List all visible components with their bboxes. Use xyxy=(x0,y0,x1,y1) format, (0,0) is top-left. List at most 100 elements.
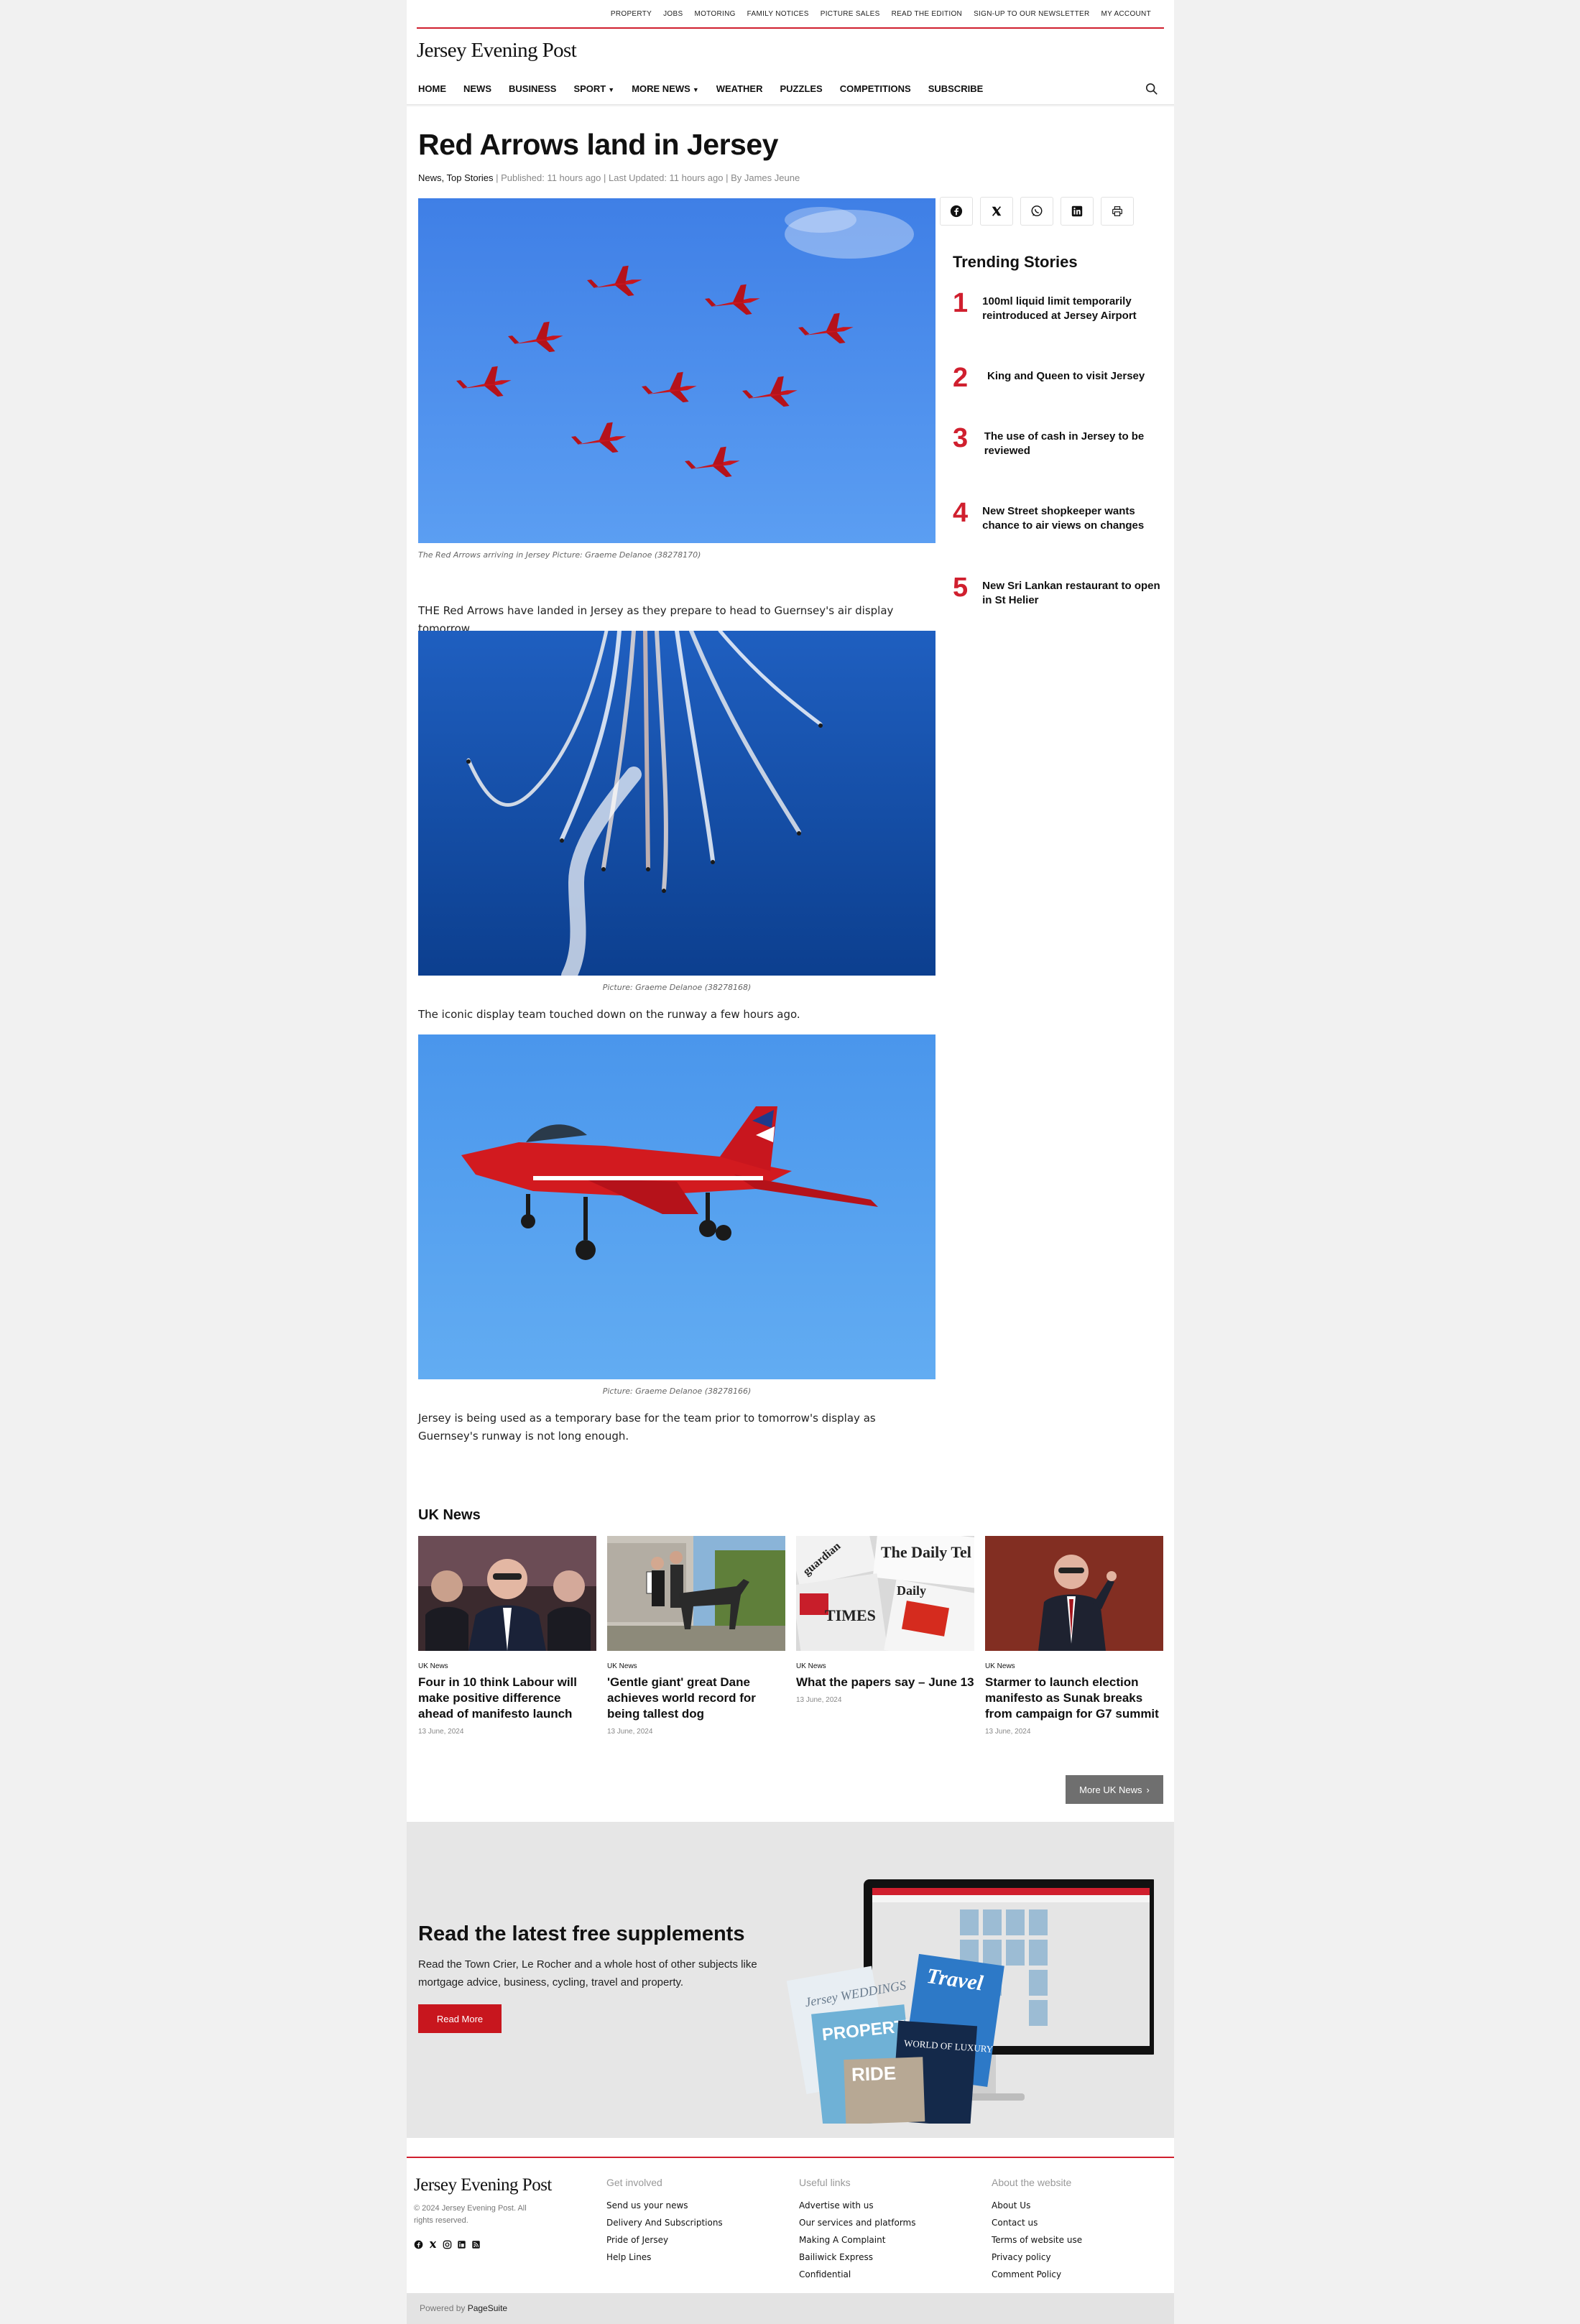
footer-link[interactable]: Contact us xyxy=(992,2214,1164,2231)
news-card[interactable]: UK News Four in 10 think Labour will mak… xyxy=(418,1536,596,1736)
share-facebook-button[interactable] xyxy=(940,197,973,226)
page: PROPERTY JOBS MOTORING FAMILY NOTICES PI… xyxy=(407,0,1174,2324)
footer-link[interactable]: Delivery And Subscriptions xyxy=(606,2214,779,2231)
more-uk-news-button[interactable]: More UK News › xyxy=(1066,1775,1163,1804)
trending-item[interactable]: 4 New Street shopkeeper wants chance to … xyxy=(953,499,1161,533)
nav-item-sport[interactable]: SPORT ▼ xyxy=(573,83,614,94)
nav-item-puzzles[interactable]: PUZZLES xyxy=(780,83,823,94)
footer-column-heading: About the website xyxy=(992,2177,1072,2188)
rss-icon[interactable] xyxy=(471,2240,481,2249)
news-card-category[interactable]: UK News xyxy=(607,1662,785,1670)
trending-item[interactable]: 3 The use of cash in Jersey to be review… xyxy=(953,424,1161,458)
trending-item[interactable]: 2 King and Queen to visit Jersey xyxy=(953,364,1161,392)
image-caption: The Red Arrows arriving in Jersey Pictur… xyxy=(418,550,701,560)
footer-link[interactable]: Privacy policy xyxy=(992,2249,1164,2266)
footer-link[interactable]: About Us xyxy=(992,2197,1164,2214)
footer-link[interactable]: Comment Policy xyxy=(992,2266,1164,2283)
trending-rank: 1 xyxy=(953,288,969,318)
trending-rank: 3 xyxy=(953,423,969,453)
trending-item[interactable]: 5 New Sri Lankan restaurant to open in S… xyxy=(953,573,1161,608)
news-card-image[interactable] xyxy=(607,1536,785,1651)
footer-column-heading: Get involved xyxy=(606,2177,662,2188)
trending-headline[interactable]: 100ml liquid limit temporarily reintrodu… xyxy=(982,289,1161,323)
news-card-image[interactable]: The Daily Tel TIMES Daily guardian xyxy=(796,1536,974,1651)
footer: Jersey Evening Post © 2024 Jersey Evenin… xyxy=(407,2157,1174,2293)
nav-item-business[interactable]: BUSINESS xyxy=(509,83,556,94)
header-shadow xyxy=(407,104,1174,107)
news-card-headline[interactable]: What the papers say – June 13 xyxy=(796,1675,974,1690)
trending-rank: 2 xyxy=(953,363,969,393)
news-card[interactable]: UK News 'Gentle giant' great Dane achiev… xyxy=(607,1536,785,1736)
trending-headline[interactable]: New Street shopkeeper wants chance to ai… xyxy=(982,499,1161,533)
facebook-icon[interactable] xyxy=(414,2240,423,2249)
trending-headline[interactable]: King and Queen to visit Jersey xyxy=(987,364,1145,392)
article-title: Red Arrows land in Jersey xyxy=(418,128,778,161)
topbar-link-read-edition[interactable]: READ THE EDITION xyxy=(892,10,963,18)
topbar-link-motoring[interactable]: MOTORING xyxy=(694,10,735,18)
news-card-headline[interactable]: 'Gentle giant' great Dane achieves world… xyxy=(607,1675,785,1722)
footer-link[interactable]: Our services and platforms xyxy=(799,2214,971,2231)
share-linkedin-button[interactable] xyxy=(1061,197,1094,226)
news-card-headline[interactable]: Starmer to launch election manifesto as … xyxy=(985,1675,1163,1722)
x-icon xyxy=(992,206,1002,216)
footer-logo[interactable]: Jersey Evening Post xyxy=(414,2175,552,2195)
topbar-link-picture-sales[interactable]: PICTURE SALES xyxy=(821,10,880,18)
topbar-link-jobs[interactable]: JOBS xyxy=(663,10,683,18)
topbar-link-my-account[interactable]: MY ACCOUNT xyxy=(1101,10,1152,18)
footer-link[interactable]: Confidential xyxy=(799,2266,971,2283)
footer-link[interactable]: Advertise with us xyxy=(799,2197,971,2214)
footer-copyright: © 2024 Jersey Evening Post. All rights r… xyxy=(414,2204,527,2225)
nav-item-more-news[interactable]: MORE NEWS ▼ xyxy=(632,83,699,94)
trending-headline[interactable]: The use of cash in Jersey to be reviewed xyxy=(984,424,1161,458)
nav-item-subscribe[interactable]: SUBSCRIBE xyxy=(928,83,984,94)
mag-label-ride: RIDE xyxy=(851,2063,896,2085)
footer-link[interactable]: Send us your news xyxy=(606,2197,779,2214)
news-card-category[interactable]: UK News xyxy=(796,1662,974,1670)
news-card-image[interactable] xyxy=(985,1536,1163,1651)
trending-item[interactable]: 1 100ml liquid limit temporarily reintro… xyxy=(953,289,1161,323)
svg-text:Daily: Daily xyxy=(897,1583,926,1598)
topbar-link-property[interactable]: PROPERTY xyxy=(611,10,652,18)
footer-link[interactable]: Bailiwick Express xyxy=(799,2249,971,2266)
news-card-image[interactable] xyxy=(418,1536,596,1651)
article-meta: News, Top Stories | Published: 11 hours … xyxy=(418,172,800,183)
news-card-category[interactable]: UK News xyxy=(985,1662,1163,1670)
news-card[interactable]: UK News Starmer to launch election manif… xyxy=(985,1536,1163,1736)
news-card-category[interactable]: UK News xyxy=(418,1662,596,1670)
article-image-landing-jet[interactable] xyxy=(418,1034,935,1379)
nav-item-home[interactable]: HOME xyxy=(418,83,446,94)
read-more-button[interactable]: Read More xyxy=(418,2004,502,2033)
nav-item-competitions[interactable]: COMPETITIONS xyxy=(840,83,911,94)
linkedin-icon[interactable] xyxy=(457,2240,466,2249)
news-card-headline[interactable]: Four in 10 think Labour will make positi… xyxy=(418,1675,596,1722)
trending-headline[interactable]: New Sri Lankan restaurant to open in St … xyxy=(982,573,1161,608)
site-logo[interactable]: Jersey Evening Post xyxy=(417,39,577,63)
image-caption: Picture: Graeme Delanoe (38278168) xyxy=(602,983,752,992)
footer-column-get-involved: Get involved Send us your news Delivery … xyxy=(606,2177,779,2266)
article-categories[interactable]: News, Top Stories xyxy=(418,172,494,183)
topbar-link-newsletter[interactable]: SIGN-UP TO OUR NEWSLETTER xyxy=(974,10,1089,18)
main-nav: HOME NEWS BUSINESS SPORT ▼ MORE NEWS ▼ WEA… xyxy=(418,83,983,94)
news-card[interactable]: The Daily Tel TIMES Daily guardian UK Ne… xyxy=(796,1536,974,1704)
share-whatsapp-button[interactable] xyxy=(1020,197,1053,226)
nav-item-news[interactable]: NEWS xyxy=(463,83,491,94)
footer-link[interactable]: Making A Complaint xyxy=(799,2231,971,2249)
share-print-button[interactable] xyxy=(1101,197,1134,226)
chevron-right-icon: › xyxy=(1146,1784,1150,1795)
x-icon[interactable] xyxy=(428,2240,438,2249)
footer-link[interactable]: Pride of Jersey xyxy=(606,2231,779,2249)
footer-link[interactable]: Terms of website use xyxy=(992,2231,1164,2249)
search-icon[interactable] xyxy=(1145,83,1158,96)
footer-link[interactable]: Help Lines xyxy=(606,2249,779,2266)
footer-column-useful-links: Useful links Advertise with us Our servi… xyxy=(799,2177,971,2283)
article-image-formation[interactable] xyxy=(418,198,935,543)
svg-text:TIMES: TIMES xyxy=(825,1606,876,1624)
supplements-description: Read the Town Crier, Le Rocher and a who… xyxy=(418,1958,757,1989)
topbar-link-family-notices[interactable]: FAMILY NOTICES xyxy=(747,10,809,18)
article-image-smoke-trails[interactable] xyxy=(418,631,935,976)
share-x-button[interactable] xyxy=(980,197,1013,226)
footer-column-about: About the website About Us Contact us Te… xyxy=(992,2177,1164,2283)
nav-item-weather[interactable]: WEATHER xyxy=(716,83,763,94)
instagram-icon[interactable] xyxy=(443,2240,452,2249)
powered-by-brand[interactable]: PageSuite xyxy=(468,2303,507,2313)
